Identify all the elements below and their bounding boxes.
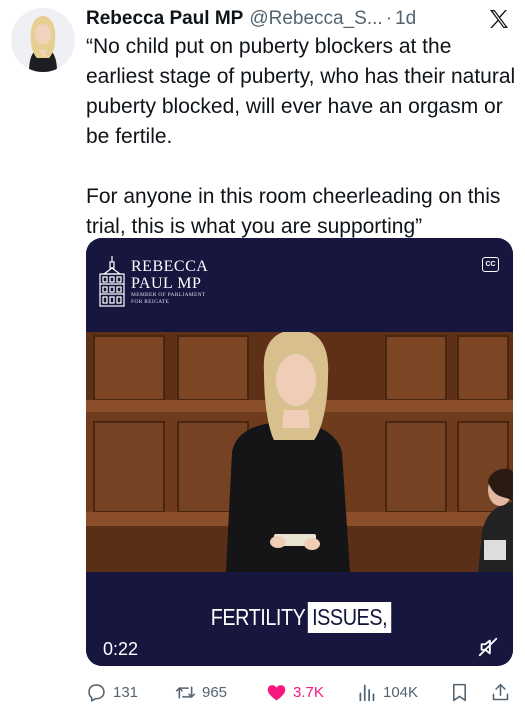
reply-icon xyxy=(88,683,105,702)
video-duration: 0:22 xyxy=(103,639,139,659)
like-count: 3.7K xyxy=(293,683,324,701)
tweet-timestamp[interactable]: 1d xyxy=(395,8,416,30)
repost-button[interactable]: 965 xyxy=(175,680,227,704)
video-frame-image xyxy=(86,332,513,572)
views-icon xyxy=(359,684,375,701)
separator-dot: · xyxy=(385,8,393,29)
logo-subtitle-line2: FOR REIGATE xyxy=(131,299,170,305)
video-top-banner: REBECCA PAUL MP MEMBER OF PARLIAMENT FOR… xyxy=(86,238,513,332)
tweet-header: Rebecca Paul MP @Rebecca_S... · 1d xyxy=(86,6,511,32)
views-count: 104K xyxy=(383,683,419,701)
caption-word-2: ISSUES, xyxy=(307,602,392,633)
tweet-actions: 131 965 3.7K 104K xyxy=(86,680,518,704)
tweet-text: “No child put on puberty blockers at the… xyxy=(86,32,516,242)
share-icon xyxy=(492,683,509,700)
bookmark-icon xyxy=(453,683,466,701)
video-caption: FERTILITY ISSUES, xyxy=(86,602,513,633)
captions-icon[interactable]: CC xyxy=(482,257,499,272)
logo-title-line2: PAUL MP xyxy=(131,275,202,292)
author-handle[interactable]: @Rebecca_S... xyxy=(249,8,382,30)
avatar-image xyxy=(11,8,75,72)
x-logo-icon[interactable] xyxy=(487,7,511,31)
repost-count: 965 xyxy=(202,683,228,701)
mute-icon[interactable] xyxy=(477,636,499,658)
logo-subtitle: MEMBER OF PARLIAMENT FOR REIGATE xyxy=(131,292,206,306)
avatar[interactable] xyxy=(11,8,75,72)
share-button[interactable] xyxy=(490,680,511,704)
repost-icon xyxy=(175,685,196,699)
video-frame xyxy=(86,332,513,572)
tweet-paragraph-1: “No child put on puberty blockers at the… xyxy=(86,35,516,148)
like-button[interactable]: 3.7K xyxy=(266,680,324,704)
reply-button[interactable]: 131 xyxy=(86,680,138,704)
logo-title-line1: REBECCA xyxy=(131,258,209,275)
building-logo-icon xyxy=(99,256,125,307)
video-player[interactable]: REBECCA PAUL MP MEMBER OF PARLIAMENT FOR… xyxy=(86,238,513,666)
logo-subtitle-line1: MEMBER OF PARLIAMENT xyxy=(131,292,206,298)
bookmark-button[interactable] xyxy=(449,680,470,704)
reply-count: 131 xyxy=(113,683,139,701)
logo-title: REBECCA PAUL MP xyxy=(131,258,208,292)
views-button[interactable]: 104K xyxy=(356,680,418,704)
video-bottom-bar: FERTILITY ISSUES, 0:22 xyxy=(86,572,513,666)
caption-word-1: FERTILITY xyxy=(210,604,306,630)
tweet-paragraph-2: For anyone in this room cheerleading on … xyxy=(86,185,501,238)
author-name[interactable]: Rebecca Paul MP xyxy=(86,8,243,30)
heart-icon xyxy=(267,684,286,700)
